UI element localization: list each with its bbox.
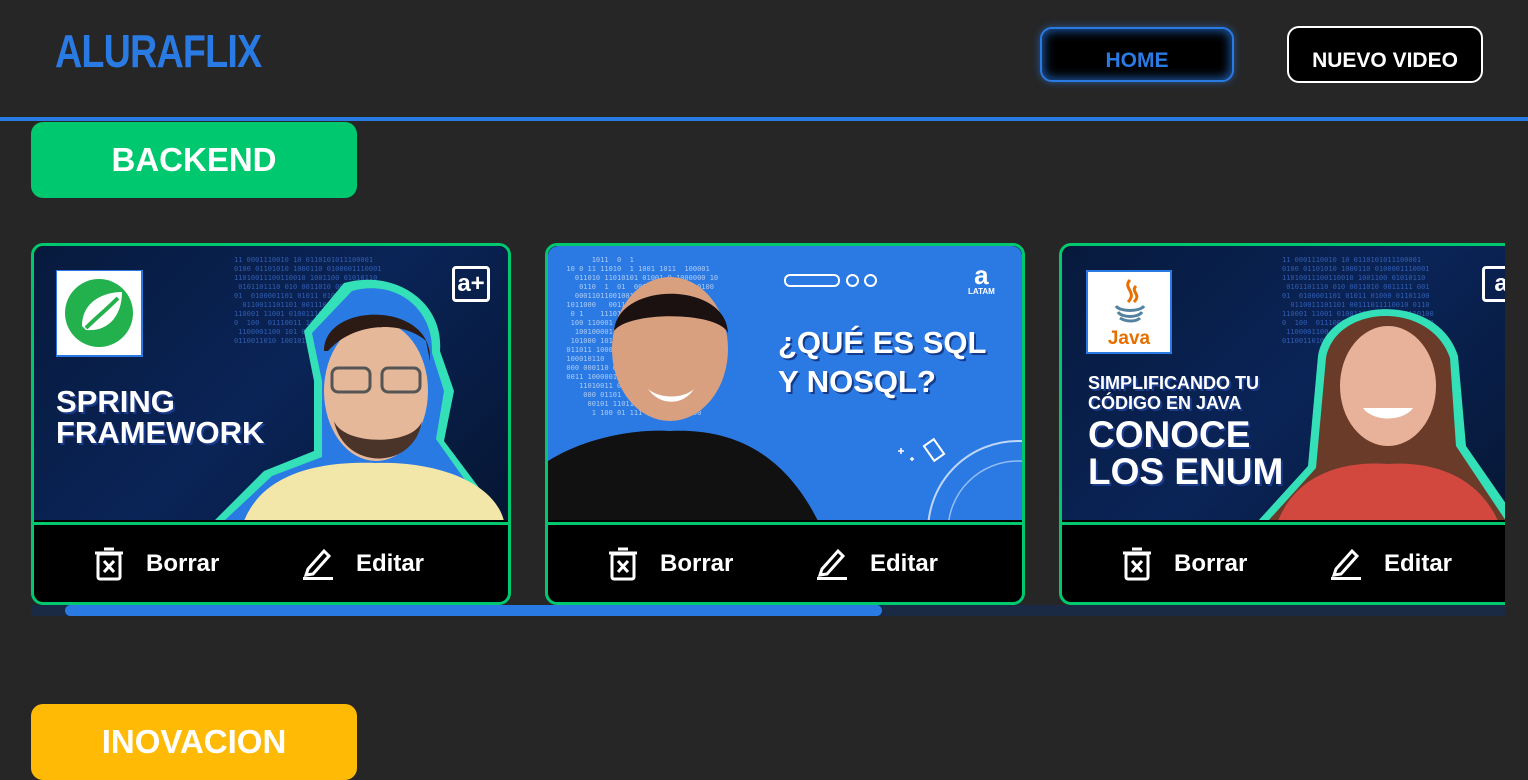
spring-logo xyxy=(56,270,143,357)
video-card[interactable]: 11 0001110010 10 0110101011100001 0100 0… xyxy=(31,243,511,605)
alura-brand-icon: a xyxy=(974,260,989,290)
alura-latam-logo: a LATAM xyxy=(968,262,995,296)
delete-button[interactable]: Borrar xyxy=(94,525,219,602)
aluraflix-logo[interactable]: ALURAFLIX xyxy=(55,24,262,78)
category-badge-inovacion: INOVACION xyxy=(31,704,357,780)
new-video-button[interactable]: NUEVO VIDEO xyxy=(1287,26,1483,83)
decor-dot xyxy=(846,274,859,287)
pencil-icon xyxy=(817,548,847,580)
trash-icon xyxy=(609,547,637,580)
video-thumbnail[interactable]: 1011 0 1 10 0 11 11010 1 1001 1011 10000… xyxy=(548,246,1022,520)
delete-button[interactable]: Borrar xyxy=(608,525,733,602)
edit-button[interactable]: Editar xyxy=(816,525,938,602)
decor-dot xyxy=(864,274,877,287)
pencil-icon xyxy=(1331,548,1361,580)
video-thumbnail[interactable]: 11 0001110010 10 0110101011100001 0100 0… xyxy=(1062,246,1505,520)
card-actions: Borrar Editar xyxy=(34,525,508,602)
category-badge-backend: BACKEND xyxy=(31,122,357,198)
delete-label: Borrar xyxy=(146,549,220,577)
edit-label: Editar xyxy=(870,549,939,577)
trash-icon xyxy=(95,547,123,580)
card-actions: Borrar Editar xyxy=(548,525,1022,602)
java-logo: Java xyxy=(1086,270,1172,354)
edit-button[interactable]: Editar xyxy=(302,525,424,602)
carousel-scrollbar-thumb[interactable] xyxy=(65,605,882,616)
card-actions: Borrar Editar xyxy=(1062,525,1505,602)
video-thumbnail[interactable]: 11 0001110010 10 0110101011100001 0100 0… xyxy=(34,246,508,520)
delete-button[interactable]: Borrar xyxy=(1122,525,1247,602)
java-logo-text: Java xyxy=(1107,328,1151,349)
trash-icon xyxy=(1123,547,1151,580)
header: ALURAFLIX HOME NUEVO VIDEO xyxy=(0,0,1528,121)
video-carousel-backend[interactable]: 11 0001110010 10 0110101011100001 0100 0… xyxy=(31,243,1505,605)
satellite-globe-icon xyxy=(898,437,1022,520)
edit-label: Editar xyxy=(356,549,425,577)
presenter-image xyxy=(215,279,504,520)
coffee-cup-icon xyxy=(1114,278,1146,323)
presenter-image xyxy=(548,277,818,520)
video-card[interactable]: 1011 0 1 10 0 11 11010 1 1001 1011 10000… xyxy=(545,243,1025,605)
delete-label: Borrar xyxy=(1174,549,1248,577)
latam-label: LATAM xyxy=(968,287,995,296)
delete-label: Borrar xyxy=(660,549,734,577)
edit-label: Editar xyxy=(1384,549,1453,577)
edit-button[interactable]: Editar xyxy=(1330,525,1452,602)
home-button[interactable]: HOME xyxy=(1040,27,1234,82)
presenter-image xyxy=(1258,309,1505,520)
pencil-icon xyxy=(303,548,333,580)
video-card[interactable]: 11 0001110010 10 0110101011100001 0100 0… xyxy=(1059,243,1505,605)
